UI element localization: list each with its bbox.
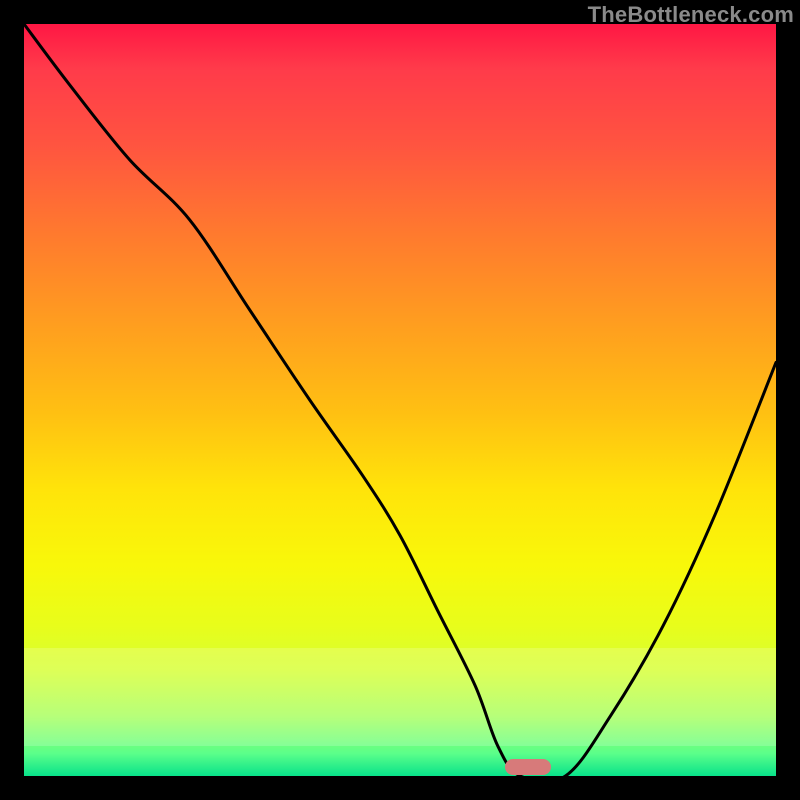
chart-frame: TheBottleneck.com: [0, 0, 800, 800]
bottleneck-curve: [24, 24, 776, 776]
optimal-point-marker: [505, 759, 551, 775]
plot-area: [24, 24, 776, 776]
watermark-text: TheBottleneck.com: [588, 2, 794, 28]
